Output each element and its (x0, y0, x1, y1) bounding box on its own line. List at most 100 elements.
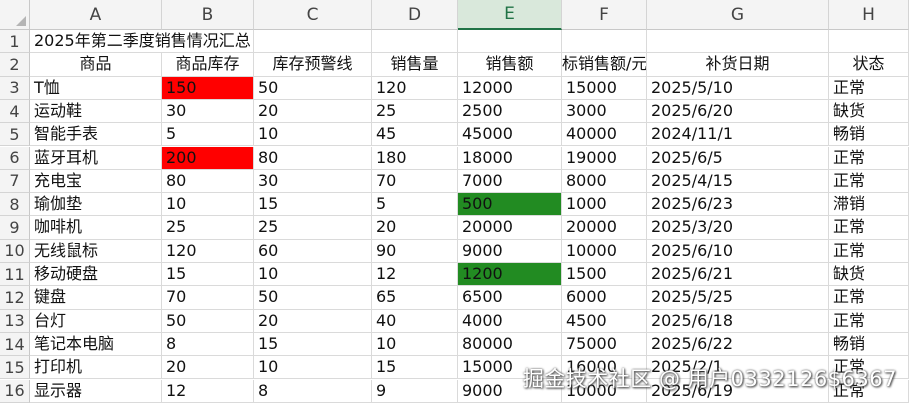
cell-b10[interactable]: 120 (162, 239, 254, 263)
cell-b12[interactable]: 70 (162, 286, 254, 310)
cell-g2[interactable]: 补货日期 (647, 53, 829, 77)
cell-b13[interactable]: 50 (162, 309, 254, 333)
cell-g11[interactable]: 2025/6/21 (647, 263, 829, 287)
cell-a15[interactable]: 打印机 (30, 356, 162, 380)
cell-e10[interactable]: 9000 (458, 239, 562, 263)
cell-d7[interactable]: 70 (372, 169, 458, 194)
cell-h1[interactable] (829, 30, 909, 54)
row-header-11[interactable]: 11 (0, 263, 30, 287)
cell-a4[interactable]: 运动鞋 (30, 99, 162, 124)
cell-c5[interactable]: 10 (254, 123, 372, 147)
cell-d5[interactable]: 45 (372, 123, 458, 147)
cell-a1[interactable]: 2025年第二季度销售情况汇总 (30, 30, 251, 54)
cell-c3[interactable]: 50 (254, 76, 372, 100)
cell-a14[interactable]: 笔记本电脑 (30, 332, 162, 357)
cell-f13[interactable]: 4500 (562, 309, 647, 333)
cell-f12[interactable]: 6000 (562, 286, 647, 310)
cell-b16[interactable]: 12 (162, 379, 254, 403)
cell-h9[interactable]: 正常 (829, 216, 909, 240)
column-header-c[interactable]: C (254, 0, 372, 30)
column-header-e[interactable]: E (458, 0, 562, 30)
row-header-16[interactable]: 16 (0, 379, 30, 403)
cell-e14[interactable]: 80000 (458, 332, 562, 357)
cell-a11[interactable]: 移动硬盘 (30, 263, 162, 287)
column-header-b[interactable]: B (162, 0, 254, 30)
cell-f7[interactable]: 8000 (562, 169, 647, 194)
cell-e1[interactable] (458, 30, 562, 54)
row-header-9[interactable]: 9 (0, 216, 30, 240)
row-header-15[interactable]: 15 (0, 356, 30, 380)
cell-d4[interactable]: 25 (372, 99, 458, 124)
cell-b8[interactable]: 10 (162, 193, 254, 217)
cell-c13[interactable]: 20 (254, 309, 372, 333)
cell-c4[interactable]: 20 (254, 99, 372, 124)
cell-g5[interactable]: 2024/11/1 (647, 123, 829, 147)
cell-a7[interactable]: 充电宝 (30, 169, 162, 194)
column-header-g[interactable]: G (647, 0, 829, 30)
cell-f3[interactable]: 15000 (562, 76, 647, 100)
cell-a16[interactable]: 显示器 (30, 379, 162, 403)
cell-g3[interactable]: 2025/5/10 (647, 76, 829, 100)
cell-g14[interactable]: 2025/6/22 (647, 332, 829, 357)
row-header-14[interactable]: 14 (0, 332, 30, 357)
cell-f5[interactable]: 40000 (562, 123, 647, 147)
cell-a9[interactable]: 咖啡机 (30, 216, 162, 240)
cell-e4[interactable]: 2500 (458, 99, 562, 124)
cell-f2[interactable]: 标销售额/元 (562, 53, 647, 77)
column-header-f[interactable]: F (562, 0, 647, 30)
column-header-a[interactable]: A (30, 0, 162, 30)
cell-c2[interactable]: 库存预警线 (254, 53, 372, 77)
cell-a10[interactable]: 无线鼠标 (30, 239, 162, 263)
cell-h10[interactable]: 正常 (829, 239, 909, 263)
cell-f10[interactable]: 10000 (562, 239, 647, 263)
cell-b4[interactable]: 30 (162, 99, 254, 124)
cell-d8[interactable]: 5 (372, 193, 458, 217)
cell-g6[interactable]: 2025/6/5 (647, 146, 829, 170)
cell-h14[interactable]: 畅销 (829, 332, 909, 357)
cell-d11[interactable]: 12 (372, 263, 458, 287)
column-header-h[interactable]: H (829, 0, 909, 30)
cell-b7[interactable]: 80 (162, 169, 254, 194)
cell-c1[interactable] (254, 30, 372, 54)
row-header-13[interactable]: 13 (0, 309, 30, 333)
cell-h5[interactable]: 畅销 (829, 123, 909, 147)
cell-d1[interactable] (372, 30, 458, 54)
cell-d9[interactable]: 20 (372, 216, 458, 240)
cell-f4[interactable]: 3000 (562, 99, 647, 124)
cell-d14[interactable]: 10 (372, 332, 458, 357)
cell-e11[interactable]: 1200 (458, 263, 562, 287)
cell-a3[interactable]: T恤 (30, 76, 162, 100)
row-header-2[interactable]: 2 (0, 53, 30, 77)
cell-e2[interactable]: 销售额 (458, 53, 562, 77)
cell-d6[interactable]: 180 (372, 146, 458, 170)
cell-c14[interactable]: 15 (254, 332, 372, 357)
cell-d3[interactable]: 120 (372, 76, 458, 100)
cell-d16[interactable]: 9 (372, 379, 458, 403)
cell-e7[interactable]: 7000 (458, 169, 562, 194)
cell-d15[interactable]: 15 (372, 356, 458, 380)
cell-h8[interactable]: 滞销 (829, 193, 909, 217)
cell-e6[interactable]: 18000 (458, 146, 562, 170)
cell-a5[interactable]: 智能手表 (30, 123, 162, 147)
cell-h13[interactable]: 正常 (829, 309, 909, 333)
row-header-8[interactable]: 8 (0, 193, 30, 217)
cell-b14[interactable]: 8 (162, 332, 254, 357)
cell-g10[interactable]: 2025/6/10 (647, 239, 829, 263)
row-header-12[interactable]: 12 (0, 286, 30, 310)
cell-f9[interactable]: 20000 (562, 216, 647, 240)
row-header-3[interactable]: 3 (0, 76, 30, 100)
cell-f6[interactable]: 19000 (562, 146, 647, 170)
cell-a6[interactable]: 蓝牙耳机 (30, 146, 162, 170)
cell-h11[interactable]: 缺货 (829, 263, 909, 287)
select-all-corner[interactable] (0, 0, 30, 30)
cell-h2[interactable]: 状态 (829, 53, 909, 77)
row-header-10[interactable]: 10 (0, 239, 30, 263)
row-header-5[interactable]: 5 (0, 123, 30, 147)
column-header-d[interactable]: D (372, 0, 458, 30)
row-header-7[interactable]: 7 (0, 169, 30, 194)
cell-c7[interactable]: 30 (254, 169, 372, 194)
cell-b15[interactable]: 20 (162, 356, 254, 380)
cell-e12[interactable]: 6500 (458, 286, 562, 310)
cell-g8[interactable]: 2025/6/23 (647, 193, 829, 217)
cell-e9[interactable]: 20000 (458, 216, 562, 240)
